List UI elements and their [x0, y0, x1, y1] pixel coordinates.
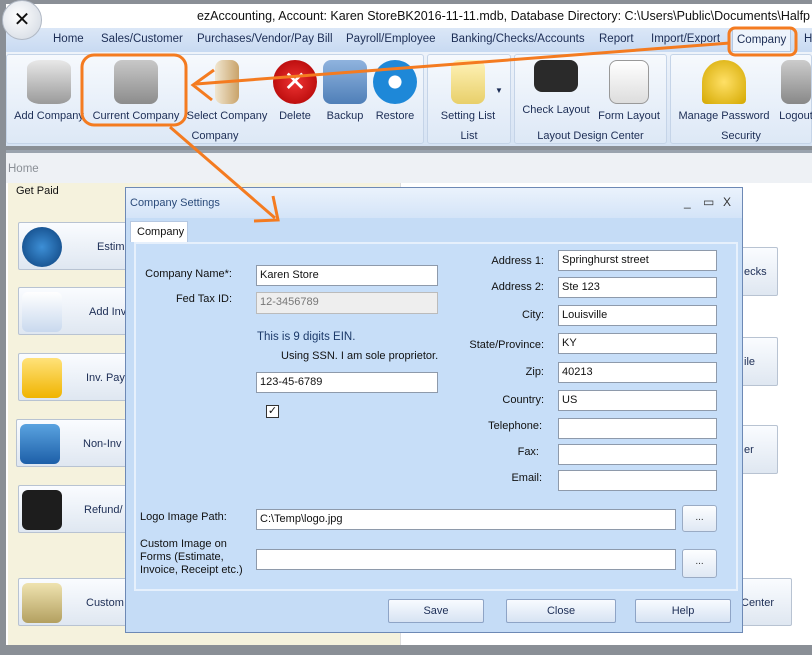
logo-path-label: Logo Image Path:	[140, 511, 227, 523]
close-icon[interactable]: X	[723, 195, 731, 209]
telephone-input[interactable]	[558, 418, 717, 439]
ssn-checkbox[interactable]: ✓	[266, 405, 279, 418]
tile-estimate[interactable]: Estim	[18, 222, 138, 270]
country-input[interactable]: US	[558, 390, 717, 411]
custom-image-browse-button[interactable]: ...	[682, 549, 717, 578]
database-add-icon	[27, 60, 71, 104]
email-label: Email:	[511, 472, 542, 484]
check-layout-button[interactable]: Check Layout	[520, 60, 592, 116]
tile-non-inventory[interactable]: Non-Inv	[16, 419, 138, 467]
setting-list-button[interactable]: Setting List ▼	[433, 60, 503, 122]
fax-input[interactable]	[558, 444, 717, 465]
menu-sales-customer[interactable]: Sales/Customer	[101, 33, 183, 45]
company-name-label: Company Name*:	[145, 268, 232, 280]
check-pen-icon	[534, 60, 578, 92]
ssn-input[interactable]: 123-45-6789	[256, 372, 438, 393]
address1-label: Address 1:	[491, 255, 544, 267]
delete-icon: ✕	[273, 60, 317, 104]
form-layout-button[interactable]: Form Layout	[596, 60, 662, 122]
menu-purchases[interactable]: Purchases/Vendor/Pay Bill	[197, 33, 333, 45]
customer-folder-icon	[22, 583, 62, 623]
section-title: Get Paid	[16, 185, 59, 197]
menu-banking[interactable]: Banking/Checks/Accounts	[451, 33, 585, 45]
restore-icon	[373, 60, 417, 104]
folder-download-icon	[22, 490, 62, 530]
state-label: State/Province:	[469, 339, 544, 351]
menu-import-export[interactable]: Import/Export	[651, 33, 720, 45]
breadcrumb-home[interactable]: Home	[8, 163, 39, 175]
menu-payroll[interactable]: Payroll/Employee	[346, 33, 435, 45]
current-company-button[interactable]: Current Company	[90, 60, 182, 122]
telephone-label: Telephone:	[488, 420, 542, 432]
clock-icon	[22, 227, 62, 267]
fax-label: Fax:	[517, 446, 539, 458]
tab-company[interactable]: Company	[130, 221, 188, 242]
custom-image-label: Custom Image on Forms (Estimate, Invoice…	[140, 538, 243, 576]
address1-input[interactable]: Springhurst street	[558, 250, 717, 271]
add-company-button[interactable]: Add Company	[13, 60, 85, 122]
logo-path-input[interactable]: C:\Temp\logo.jpg	[256, 509, 676, 530]
logout-button[interactable]: Logout	[776, 60, 812, 122]
custom-image-input[interactable]	[256, 549, 676, 570]
company-name-input[interactable]: Karen Store	[256, 265, 438, 286]
close-button[interactable]: Close	[506, 599, 616, 623]
credit-card-dollar-icon	[20, 424, 60, 464]
email-input[interactable]	[558, 470, 717, 491]
form-list-icon	[609, 60, 649, 104]
delete-button[interactable]: ✕ Delete	[272, 60, 318, 122]
logout-icon	[781, 60, 811, 104]
dialog-title-bar: Company Settings _ ▭ X	[126, 188, 742, 218]
mail-add-icon	[22, 358, 62, 398]
fed-tax-id-input[interactable]: 12-3456789	[256, 292, 438, 314]
ein-note: This is 9 digits EIN.	[257, 331, 356, 343]
breadcrumb: Home	[6, 150, 812, 183]
address2-input[interactable]: Ste 123	[558, 277, 717, 298]
state-input[interactable]: KY	[558, 333, 717, 354]
dialog-title: Company Settings	[130, 197, 220, 209]
ssn-checkbox-label: Using SSN. I am sole proprietor.	[281, 350, 439, 362]
menu-company[interactable]: Company	[732, 28, 792, 52]
tile-refund[interactable]: Refund/	[18, 485, 138, 533]
city-input[interactable]: Louisville	[558, 305, 717, 326]
menu-help[interactable]: H	[804, 33, 812, 45]
logo-browse-button[interactable]: ...	[682, 505, 717, 532]
minimize-icon[interactable]: _	[684, 195, 691, 209]
zip-input[interactable]: 40213	[558, 362, 717, 383]
tile-customer[interactable]: Custom	[18, 578, 138, 626]
country-label: Country:	[502, 394, 544, 406]
app-menu-button[interactable]: ✕	[2, 0, 42, 40]
home-folder-icon	[114, 60, 158, 104]
zip-label: Zip:	[525, 366, 544, 378]
backup-button[interactable]: Backup	[322, 60, 368, 122]
company-settings-dialog: Company Settings _ ▭ X Company Company N…	[125, 187, 743, 633]
maximize-icon[interactable]: ▭	[703, 195, 714, 209]
backup-folder-icon	[323, 60, 367, 104]
menu-report[interactable]: Report	[599, 33, 634, 45]
fed-tax-id-label: Fed Tax ID:	[175, 293, 232, 305]
select-company-button[interactable]: Select Company	[186, 60, 268, 122]
menu-home[interactable]: Home	[53, 33, 84, 45]
window-title: ezAccounting, Account: Karen StoreBK2016…	[196, 9, 810, 23]
company-tab-panel: Company Name*: Karen Store Fed Tax ID: 1…	[134, 242, 738, 591]
city-label: City:	[522, 309, 544, 321]
address2-label: Address 2:	[491, 281, 544, 293]
restore-button[interactable]: Restore	[372, 60, 418, 122]
help-button[interactable]: Help	[635, 599, 731, 623]
key-add-icon	[702, 60, 746, 104]
settings-list-icon	[451, 60, 485, 104]
invoice-info-icon	[22, 292, 62, 332]
save-button[interactable]: Save	[388, 599, 484, 623]
title-bar: ezAccounting, Account: Karen StoreBK2016…	[6, 4, 812, 28]
tile-add-invoice[interactable]: Add Inv	[18, 287, 138, 335]
manage-password-button[interactable]: Manage Password	[676, 60, 772, 122]
tile-invoice-payment[interactable]: Inv. Paym	[18, 353, 138, 401]
door-icon	[215, 60, 239, 104]
